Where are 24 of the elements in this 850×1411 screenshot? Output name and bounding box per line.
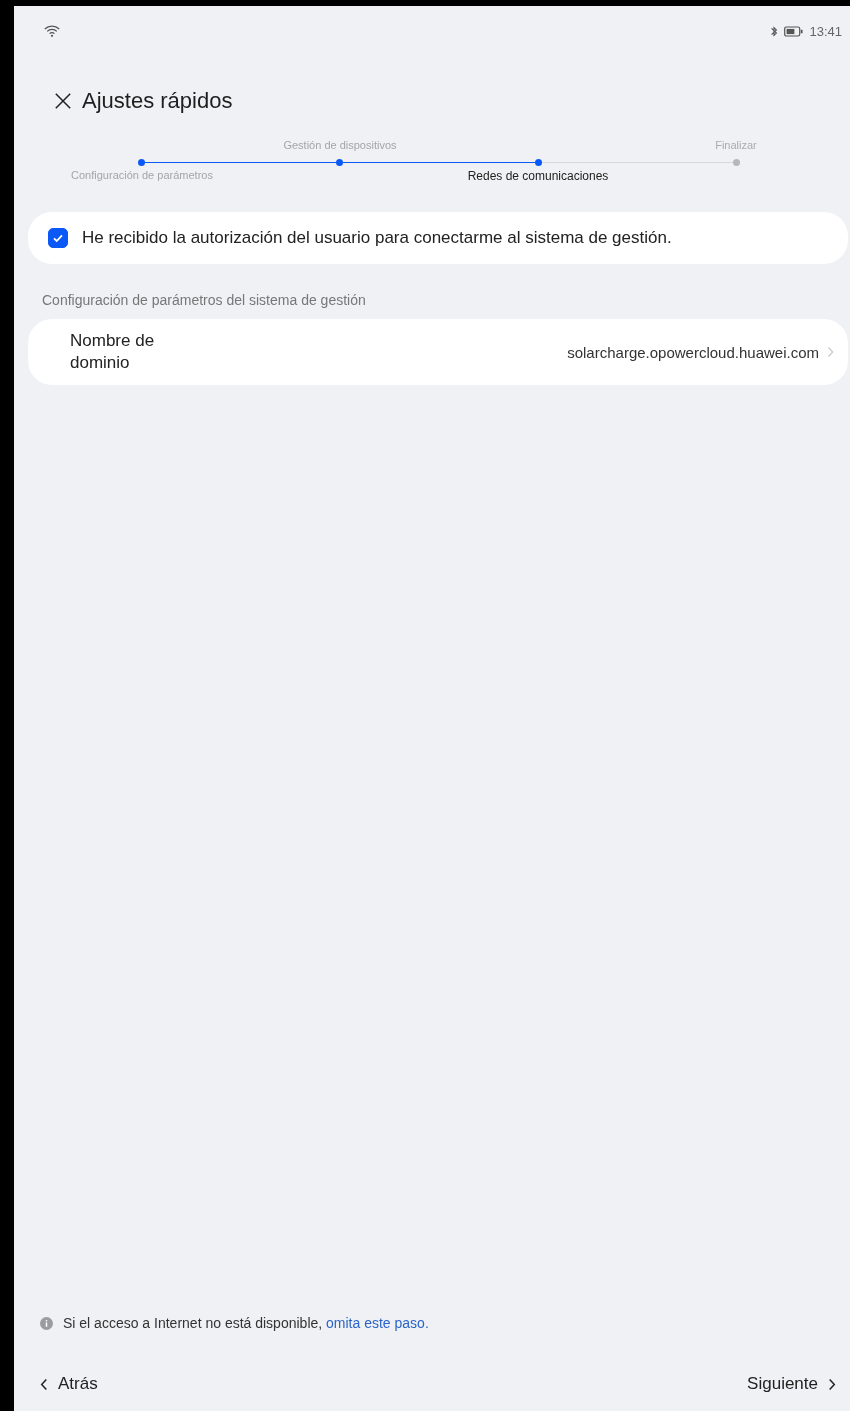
next-button[interactable]: Siguiente	[747, 1371, 836, 1397]
step-label: Gestión de dispositivos	[283, 139, 397, 153]
notice-text: Si el acceso a Internet no está disponible, omita este paso.	[63, 1315, 429, 1331]
step-label: Redes de comunicaciones	[467, 169, 609, 185]
authorization-text: He recibido la autorización del usuario para conectarme al sistema de gestión.	[82, 228, 672, 248]
section-title: Configuración de parámetros del sistema de gestión	[42, 292, 367, 308]
bluetooth-icon	[770, 24, 779, 38]
back-button[interactable]: Atrás	[40, 1371, 98, 1397]
info-icon	[40, 1316, 53, 1330]
page-title: Ajustes rápidos	[82, 88, 233, 114]
wifi-icon	[44, 24, 60, 38]
checkbox[interactable]	[48, 228, 68, 248]
step-label: Configuración de parámetros	[71, 169, 213, 183]
status-time: 13:41	[809, 23, 842, 39]
setting-label: Nombre de dominio	[70, 330, 156, 374]
chevron-right-icon	[827, 346, 834, 358]
chevron-left-icon	[40, 1377, 48, 1391]
skip-step-link[interactable]: omita este paso.	[326, 1315, 429, 1331]
setting-row[interactable]: Nombre de dominio solarcharge.opowercloud.huawei.com	[28, 319, 848, 385]
close-button[interactable]	[54, 92, 72, 110]
step-label: Finalizar	[715, 139, 757, 153]
battery-icon	[784, 25, 804, 37]
chevron-right-icon	[828, 1377, 836, 1391]
setting-value: solarcharge.opowercloud.huawei.com	[566, 343, 819, 361]
